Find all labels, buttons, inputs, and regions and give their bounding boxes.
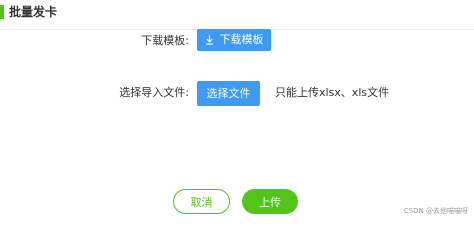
upload-button[interactable]: 上传 xyxy=(242,189,298,214)
download-template-label: 下载模板 xyxy=(219,33,264,46)
import-file-label: 选择导入文件: xyxy=(119,86,189,99)
page-title: 批量发卡 xyxy=(9,5,58,19)
template-label: 下载模板: xyxy=(141,34,189,47)
cancel-button[interactable]: 取消 xyxy=(173,189,230,214)
upload-label: 上传 xyxy=(259,195,281,209)
title-accent-bar xyxy=(0,5,4,19)
dialog-header: 批量发卡 xyxy=(0,0,474,30)
download-icon xyxy=(205,35,213,45)
choose-file-button[interactable]: 选择文件 xyxy=(197,81,260,106)
download-template-button[interactable]: 下载模板 xyxy=(197,29,271,51)
watermark-text: CSDN @去他喵喵呀 xyxy=(403,207,468,215)
choose-file-label: 选择文件 xyxy=(206,86,251,100)
file-type-hint: 只能上传xlsx、xls文件 xyxy=(275,86,390,99)
cancel-label: 取消 xyxy=(190,195,213,209)
